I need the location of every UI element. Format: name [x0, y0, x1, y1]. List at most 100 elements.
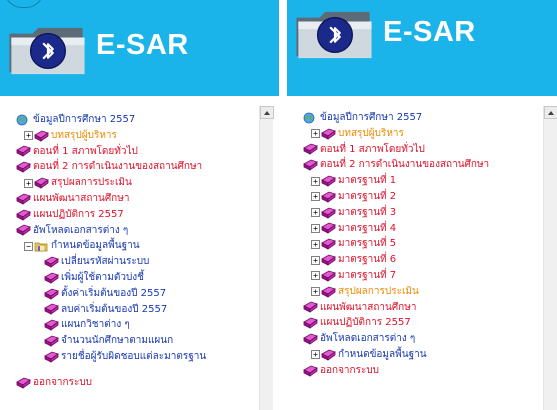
standard-4-link[interactable]: มาตรฐานที่ 4	[338, 221, 396, 237]
vertical-scrollbar[interactable]	[259, 106, 274, 410]
bluetooth-folder-logo	[295, 10, 373, 60]
book-icon	[321, 270, 336, 282]
expand-toggle-icon[interactable]: +	[311, 271, 320, 281]
tree-item-executive-summary[interactable]: + บทสรุปผู้บริหาร	[303, 126, 489, 142]
tree-subitem-add-user[interactable]: เพิ่มผู้ใช้ตามตัวบ่งชี้	[16, 270, 206, 286]
tree-item-part1[interactable]: ตอนที่ 1 สภาพโดยทั่วไป	[303, 142, 489, 158]
standard-1-link[interactable]: มาตรฐานที่ 1	[338, 173, 396, 189]
expand-toggle-icon[interactable]: +	[311, 223, 320, 233]
tree-item-development-plan[interactable]: แผนพัฒนาสถานศึกษา	[303, 300, 489, 316]
tree-subitem-delete-defaults[interactable]: ลบค่าเริ่มต้นของปี 2557	[16, 302, 206, 318]
tree-item-basic-data[interactable]: + กำหนดข้อมูลพื้นฐาน	[303, 347, 489, 363]
tree-item-standard-1[interactable]: + มาตรฐานที่ 1	[303, 173, 489, 189]
standard-2-link[interactable]: มาตรฐานที่ 2	[338, 189, 396, 205]
tree-item-evaluation-summary[interactable]: + สรุปผลการประเมิน	[303, 284, 489, 300]
scroll-up-arrow-icon[interactable]	[260, 106, 274, 119]
tree-subitem-departments[interactable]: แผนกวิชาต่าง ๆ	[16, 317, 206, 333]
evaluation-summary-link[interactable]: สรุปผลการประเมิน	[51, 175, 132, 191]
set-defaults-link[interactable]: ตั้งค่าเริ่มต้นของปี 2557	[61, 286, 166, 302]
add-user-link[interactable]: เพิ่มผู้ใช้ตามตัวบ่งชี้	[61, 270, 144, 286]
expand-toggle-icon[interactable]: +	[24, 178, 33, 188]
tree-root-label[interactable]: ข้อมูลปีการศึกษา 2557	[33, 112, 135, 128]
tree-root-label[interactable]: ข้อมูลปีการศึกษา 2557	[320, 110, 422, 126]
expand-toggle-icon[interactable]: +	[24, 131, 33, 141]
book-icon	[321, 286, 336, 298]
expand-toggle-icon[interactable]: +	[311, 129, 320, 139]
action-plan-link[interactable]: แผนปฏิบัติการ 2557	[33, 207, 124, 223]
basic-data-link[interactable]: กำหนดข้อมูลพื้นฐาน	[338, 347, 427, 363]
upload-documents-link[interactable]: อัพโหลดเอกสารต่าง ๆ	[320, 331, 415, 347]
expand-toggle-icon[interactable]: +	[311, 350, 320, 360]
tree-item-upload-documents[interactable]: อัพโหลดเอกสารต่าง ๆ	[16, 223, 206, 239]
book-icon	[16, 193, 31, 205]
expand-toggle-icon[interactable]: +	[311, 192, 320, 202]
expand-toggle-icon[interactable]: +	[311, 208, 320, 218]
expand-toggle-icon[interactable]: +	[311, 287, 320, 297]
collapse-toggle-icon[interactable]: −	[24, 241, 33, 251]
expand-toggle-icon[interactable]: +	[311, 176, 320, 186]
navigation-tree: ข้อมูลปีการศึกษา 2557 + บทสรุปผู้บริหาร ต…	[16, 112, 206, 391]
book-icon	[303, 159, 318, 171]
part2-link[interactable]: ตอนที่ 2 การดำเนินงานของสถานศึกษา	[33, 159, 202, 175]
delete-defaults-link[interactable]: ลบค่าเริ่มต้นของปี 2557	[61, 302, 167, 318]
part1-link[interactable]: ตอนที่ 1 สภาพโดยทั่วไป	[33, 144, 138, 160]
vertical-scrollbar[interactable]	[543, 106, 557, 410]
tree-item-standard-5[interactable]: + มาตรฐานที่ 5	[303, 236, 489, 252]
development-plan-link[interactable]: แผนพัฒนาสถานศึกษา	[320, 300, 416, 316]
tree-item-executive-summary[interactable]: + บทสรุปผู้บริหาร	[16, 128, 206, 144]
standard-3-link[interactable]: มาตรฐานที่ 3	[338, 205, 396, 221]
tree-item-action-plan[interactable]: แผนปฏิบัติการ 2557	[303, 315, 489, 331]
book-icon	[321, 223, 336, 234]
action-plan-link[interactable]: แผนปฏิบัติการ 2557	[320, 315, 411, 331]
tree-item-logout[interactable]: ออกจากระบบ	[303, 363, 489, 379]
scroll-up-arrow-icon[interactable]	[544, 106, 557, 119]
tree-item-logout[interactable]: ออกจากระบบ	[16, 375, 206, 391]
tree-subitem-change-password[interactable]: เปลี่ยนรหัสผ่านระบบ	[16, 254, 206, 270]
part1-link[interactable]: ตอนที่ 1 สภาพโดยทั่วไป	[320, 142, 425, 158]
tree-item-standard-2[interactable]: + มาตรฐานที่ 2	[303, 189, 489, 205]
basic-data-link[interactable]: กำหนดข้อมูลพื้นฐาน	[51, 238, 140, 254]
book-icon	[321, 191, 336, 203]
standard-5-link[interactable]: มาตรฐานที่ 5	[338, 236, 396, 252]
logout-link[interactable]: ออกจากระบบ	[33, 375, 92, 391]
book-icon	[44, 256, 59, 268]
book-icon	[44, 335, 59, 347]
tree-root[interactable]: ข้อมูลปีการศึกษา 2557	[303, 110, 489, 126]
standard-7-link[interactable]: มาตรฐานที่ 7	[338, 268, 396, 284]
book-icon	[44, 351, 59, 363]
tree-subitem-set-defaults[interactable]: ตั้งค่าเริ่มต้นของปี 2557	[16, 286, 206, 302]
tree-root[interactable]: ข้อมูลปีการศึกษา 2557	[16, 112, 206, 128]
book-icon	[321, 175, 336, 187]
tree-item-part1[interactable]: ตอนที่ 1 สภาพโดยทั่วไป	[16, 144, 206, 160]
students-per-department-link[interactable]: จำนวนนักศึกษาตามแผนก	[61, 333, 173, 349]
development-plan-link[interactable]: แผนพัฒนาสถานศึกษา	[33, 191, 129, 207]
tree-item-standard-7[interactable]: + มาตรฐานที่ 7	[303, 268, 489, 284]
tree-item-standard-4[interactable]: + มาตรฐานที่ 4	[303, 221, 489, 237]
expand-toggle-icon[interactable]: +	[311, 255, 320, 265]
tree-item-standard-3[interactable]: + มาตรฐานที่ 3	[303, 205, 489, 221]
executive-summary-link[interactable]: บทสรุปผู้บริหาร	[51, 128, 117, 144]
standard-6-link[interactable]: มาตรฐานที่ 6	[338, 252, 396, 268]
tree-item-upload-documents[interactable]: อัพโหลดเอกสารต่าง ๆ	[303, 331, 489, 347]
logout-link[interactable]: ออกจากระบบ	[320, 363, 379, 379]
book-icon	[16, 146, 31, 157]
change-password-link[interactable]: เปลี่ยนรหัสผ่านระบบ	[61, 254, 149, 270]
tree-item-development-plan[interactable]: แผนพัฒนาสถานศึกษา	[16, 191, 206, 207]
evaluation-summary-link[interactable]: สรุปผลการประเมิน	[338, 284, 419, 300]
tree-spacer	[16, 365, 206, 375]
tree-item-standard-6[interactable]: + มาตรฐานที่ 6	[303, 252, 489, 268]
tree-item-action-plan[interactable]: แผนปฏิบัติการ 2557	[16, 207, 206, 223]
tree-item-basic-data[interactable]: − กำหนดข้อมูลพื้นฐาน	[16, 238, 206, 254]
tree-subitem-students-per-department[interactable]: จำนวนนักศึกษาตามแผนก	[16, 333, 206, 349]
tree-item-part2[interactable]: ตอนที่ 2 การดำเนินงานของสถานศึกษา	[16, 159, 206, 175]
upload-documents-link[interactable]: อัพโหลดเอกสารต่าง ๆ	[33, 223, 128, 239]
tree-area: ข้อมูลปีการศึกษา 2557 + บทสรุปผู้บริหาร ต…	[287, 96, 557, 410]
tree-subitem-responsible-persons[interactable]: รายชื่อผู้รับผิดชอบแต่ละมาตรฐาน	[16, 349, 206, 365]
tree-item-evaluation-summary[interactable]: + สรุปผลการประเมิน	[16, 175, 206, 191]
part2-link[interactable]: ตอนที่ 2 การดำเนินงานของสถานศึกษา	[320, 157, 489, 173]
departments-link[interactable]: แผนกวิชาต่าง ๆ	[61, 317, 130, 333]
expand-toggle-icon[interactable]: +	[311, 239, 320, 249]
responsible-persons-link[interactable]: รายชื่อผู้รับผิดชอบแต่ละมาตรฐาน	[61, 349, 206, 365]
tree-item-part2[interactable]: ตอนที่ 2 การดำเนินงานของสถานศึกษา	[303, 157, 489, 173]
executive-summary-link[interactable]: บทสรุปผู้บริหาร	[338, 126, 404, 142]
